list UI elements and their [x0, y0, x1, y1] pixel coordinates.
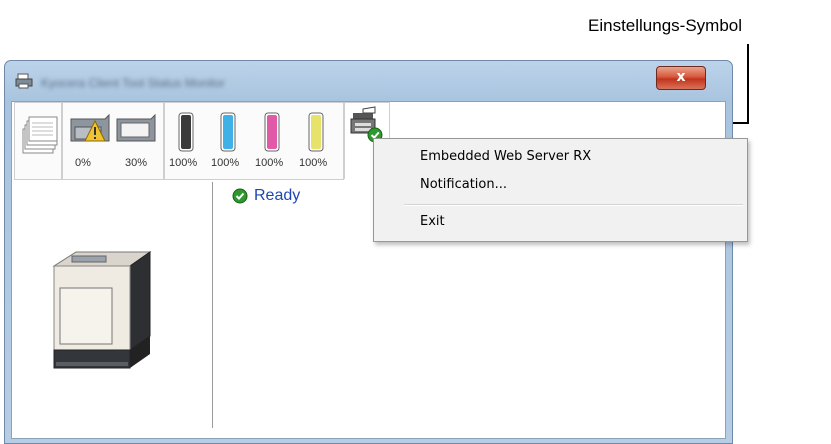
- checkmark-icon: [232, 188, 248, 204]
- window-title: Kyocera Client Tool Status Monitor: [41, 76, 225, 90]
- title-bar[interactable]: Kyocera Client Tool Status Monitor x: [5, 61, 732, 101]
- printer-app-icon: [15, 73, 33, 89]
- menu-item-exit[interactable]: Exit: [420, 214, 445, 229]
- toner-magenta-icon: [264, 112, 280, 152]
- menu-item-embedded-web-server[interactable]: Embedded Web Server RX: [420, 149, 591, 164]
- menu-separator: [404, 204, 743, 206]
- toner-cyan-level: 100%: [211, 157, 240, 169]
- toner-magenta-level: 100%: [255, 157, 284, 169]
- menu-item-notification[interactable]: Notification...: [420, 177, 507, 192]
- callout-line: [747, 44, 749, 124]
- pane-divider: [212, 182, 213, 428]
- toner-tile[interactable]: 100% 100% 100% 100%: [164, 102, 344, 180]
- tray-2-level: 30%: [125, 157, 148, 169]
- status-row: Ready: [232, 186, 300, 206]
- callout-label: Einstellungs-Symbol: [588, 16, 743, 35]
- paper-stack-icon: [22, 116, 58, 154]
- paper-tray-2-icon: [116, 113, 156, 142]
- status-text: Ready: [254, 187, 301, 204]
- toner-black-icon: [178, 112, 194, 152]
- printer-illustration: [52, 251, 152, 369]
- paper-stack-tile[interactable]: [14, 102, 62, 180]
- close-button[interactable]: x: [656, 66, 706, 90]
- toner-yellow-level: 100%: [299, 157, 328, 169]
- toner-cyan-icon: [220, 112, 236, 152]
- status-monitor-window: Kyocera Client Tool Status Monitor x 0% …: [4, 60, 733, 444]
- toner-yellow-icon: [308, 112, 324, 152]
- paper-trays-tile[interactable]: 0% 30%: [62, 102, 164, 180]
- toner-black-level: 100%: [169, 157, 198, 169]
- settings-context-menu: Embedded Web Server RX Notification... E…: [373, 138, 748, 242]
- tray-1-level: 0%: [75, 157, 91, 169]
